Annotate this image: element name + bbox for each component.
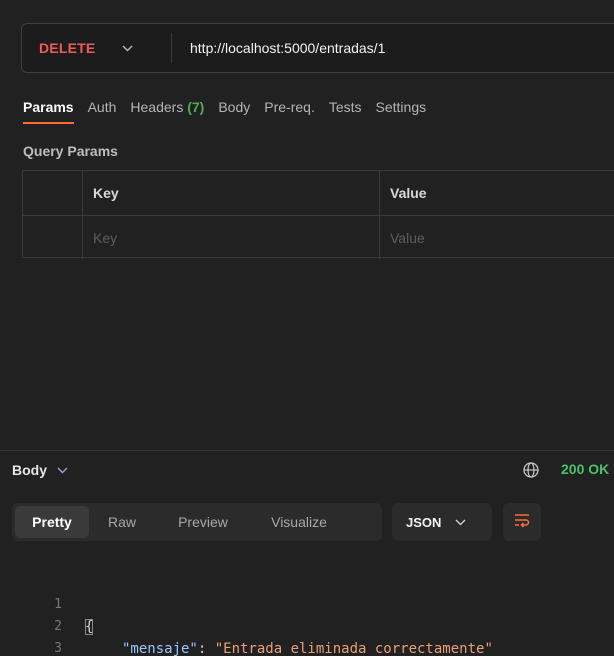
code-line: 2 "mensaje": "Entrada eliminada correcta… xyxy=(0,594,614,656)
table-header-row: Key Value xyxy=(23,171,614,215)
status-code[interactable]: 200 OK xyxy=(561,461,609,477)
format-select[interactable]: JSON xyxy=(392,503,492,541)
view-raw-button[interactable]: Raw xyxy=(89,506,155,538)
code-text: "mensaje": "Entrada eliminada correctame… xyxy=(122,638,493,656)
globe-icon[interactable] xyxy=(522,461,540,479)
chevron-down-icon xyxy=(57,464,69,476)
view-visualize-button[interactable]: Visualize xyxy=(251,506,347,538)
code-line: 3 } xyxy=(0,616,614,656)
format-label: JSON xyxy=(406,514,442,530)
row-checkbox-cell[interactable] xyxy=(23,216,83,259)
method-select[interactable]: DELETE xyxy=(22,24,171,72)
response-code-view[interactable]: 1 { 2 "mensaje": "Entrada eliminada corr… xyxy=(0,572,614,656)
tab-headers[interactable]: Headers (7) xyxy=(130,99,204,115)
tab-params[interactable]: Params xyxy=(23,99,74,124)
response-divider[interactable] xyxy=(0,450,614,451)
query-params-title: Query Params xyxy=(23,143,118,159)
param-key-input[interactable]: Key xyxy=(83,216,380,259)
json-colon: : xyxy=(197,641,215,656)
tab-body[interactable]: Body xyxy=(218,99,250,115)
method-label: DELETE xyxy=(39,40,96,56)
url-bar: DELETE http://localhost:5000/entradas/1 xyxy=(21,23,614,73)
chevron-down-icon xyxy=(455,516,467,528)
request-tabs: Params Auth Headers (7) Body Pre-req. Te… xyxy=(23,96,440,124)
view-mode-group: Pretty Raw Preview Visualize xyxy=(12,503,382,541)
code-line: 1 { xyxy=(0,572,614,635)
tab-settings[interactable]: Settings xyxy=(376,99,427,115)
json-string-value: "Entrada eliminada correctamente" xyxy=(214,641,493,656)
response-body-dropdown[interactable]: Body xyxy=(12,459,69,481)
tab-pre-request[interactable]: Pre-req. xyxy=(264,99,315,115)
param-value-input[interactable]: Value xyxy=(380,216,614,259)
json-key: "mensaje" xyxy=(122,641,198,656)
wrap-lines-icon xyxy=(513,512,531,533)
view-preview-button[interactable]: Preview xyxy=(155,506,251,538)
wrap-lines-button[interactable] xyxy=(503,503,541,541)
headers-count-badge: (7) xyxy=(187,99,205,115)
tab-tests[interactable]: Tests xyxy=(329,99,362,115)
tab-headers-label: Headers xyxy=(130,99,184,115)
view-pretty-button[interactable]: Pretty xyxy=(15,506,89,538)
table-row: Key Value xyxy=(23,215,614,259)
key-column-header: Key xyxy=(83,171,380,215)
tab-auth[interactable]: Auth xyxy=(88,99,117,115)
checkbox-column-header xyxy=(23,171,83,215)
query-params-table: Key Value Key Value xyxy=(22,170,614,259)
line-number: 3 xyxy=(54,641,62,656)
url-input[interactable]: http://localhost:5000/entradas/1 xyxy=(172,24,614,72)
chevron-down-icon xyxy=(121,42,133,54)
response-title: Body xyxy=(12,462,47,478)
request-panel: DELETE http://localhost:5000/entradas/1 … xyxy=(0,0,614,656)
value-column-header: Value xyxy=(390,185,427,201)
